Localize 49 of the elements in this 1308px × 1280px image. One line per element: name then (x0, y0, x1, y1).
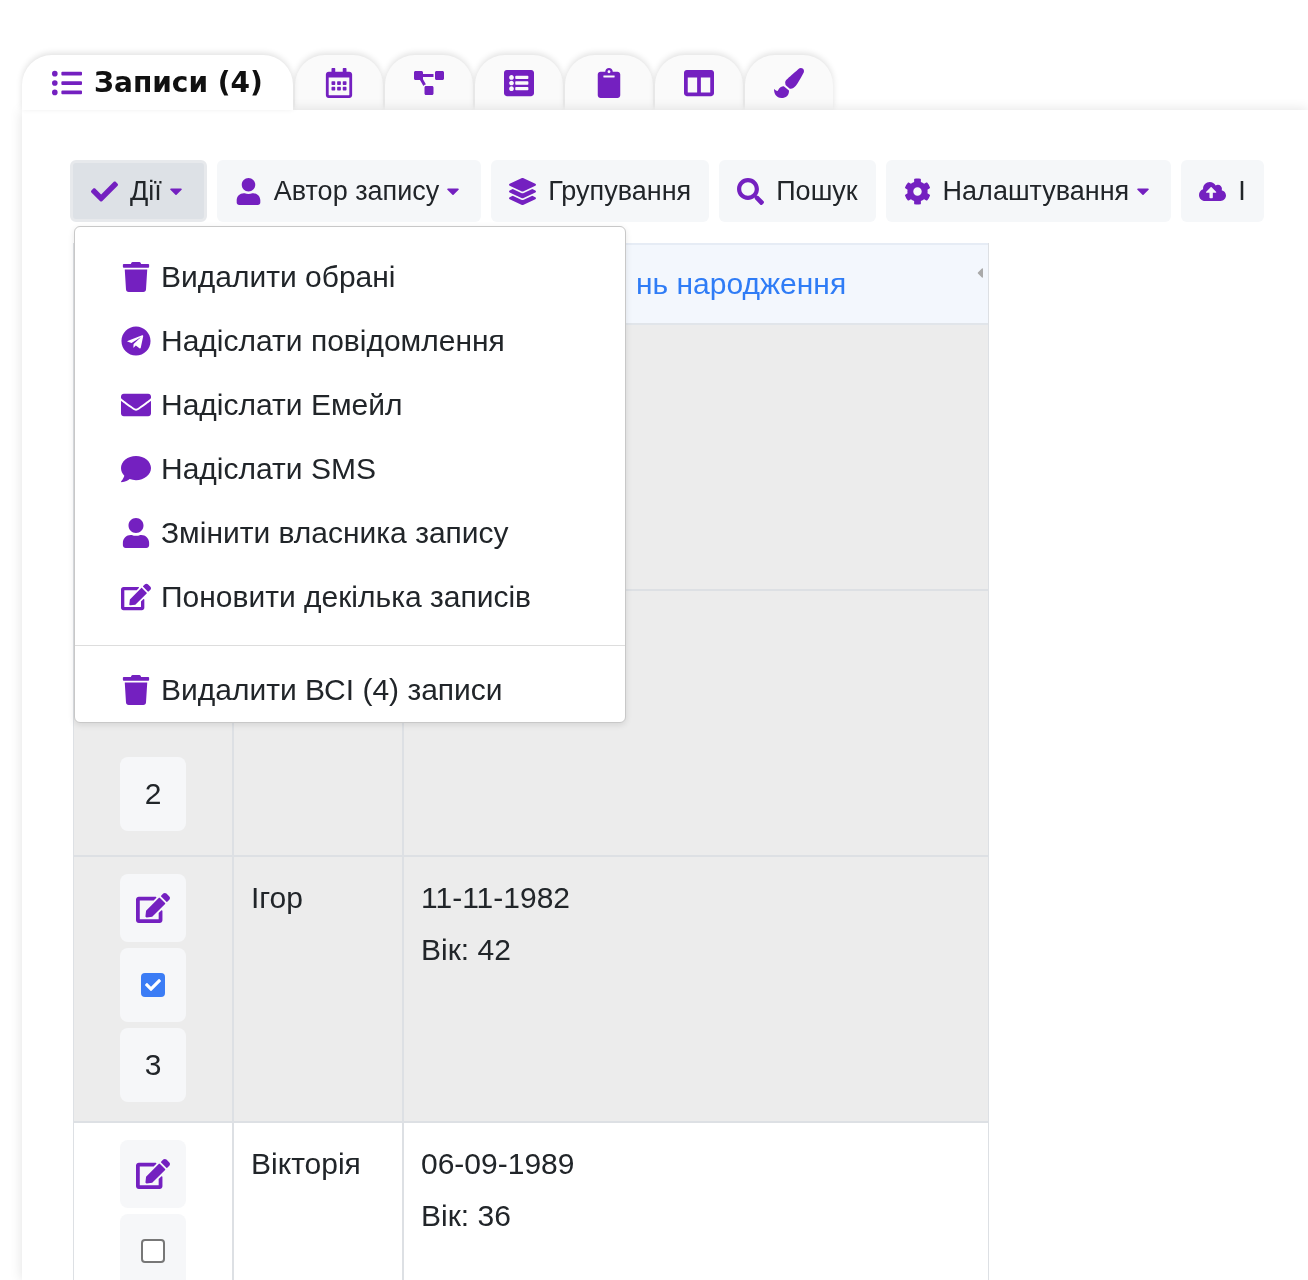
trash-icon (121, 262, 151, 292)
layers-icon (509, 177, 537, 205)
row-checkbox[interactable] (141, 973, 165, 997)
trash-icon (121, 675, 151, 705)
edit-icon (136, 1157, 170, 1191)
table-cell-text: Ігор (251, 880, 304, 916)
table-cell-text: 06-09-1989 (421, 1146, 576, 1182)
tab[interactable] (385, 55, 473, 110)
table-cell-text: Вікторія (251, 1146, 362, 1182)
tab[interactable] (655, 55, 743, 110)
settings-button[interactable]: Налаштування (885, 160, 1172, 222)
speech-bubble-icon (121, 454, 151, 484)
tab[interactable] (475, 55, 563, 110)
tab[interactable]: Записи (4) (22, 55, 293, 110)
menu-item[interactable]: Поновити декілька записів (75, 565, 625, 629)
paper-plane-icon (121, 326, 151, 356)
checkmark-icon (145, 977, 161, 993)
edit-button[interactable] (120, 874, 186, 942)
upload-button[interactable]: І (1181, 160, 1264, 222)
tab[interactable] (565, 55, 653, 110)
tab[interactable] (295, 55, 383, 110)
author-button[interactable]: Автор запису (216, 160, 482, 222)
menu-item[interactable]: Надіслати повідомлення (75, 309, 625, 373)
table-cell-text: Вік: 36 (421, 1198, 512, 1234)
table-cell-text: 11-11-1982 (421, 880, 571, 916)
menu-item[interactable]: Надіслати SMS (75, 437, 625, 501)
user-icon (121, 518, 151, 548)
search-icon (737, 177, 765, 205)
edit-icon (136, 891, 170, 925)
actions-button[interactable]: Дії (70, 160, 207, 222)
tab[interactable] (745, 55, 833, 110)
user-icon (234, 177, 262, 205)
edit-button[interactable] (120, 1140, 186, 1208)
edit-icon (121, 582, 151, 612)
row-number: 3 (120, 1028, 186, 1102)
row-checkbox[interactable] (141, 1239, 165, 1263)
list-icon (504, 67, 534, 98)
columns-icon (684, 67, 714, 98)
grouping-button[interactable]: Групування (491, 160, 710, 222)
menu-item[interactable]: Надіслати Емейл (75, 373, 625, 437)
settings-icon (903, 177, 931, 205)
menu-item[interactable]: Змінити власника запису (75, 501, 625, 565)
brush-icon (774, 67, 804, 98)
column-header[interactable]: нь народження (636, 267, 847, 301)
search-button[interactable]: Пошук (719, 160, 876, 222)
row-number: 2 (120, 757, 186, 831)
table-cell-text: Вік: 42 (421, 932, 512, 968)
menu-item[interactable]: Видалити ВСІ (4) записи (75, 658, 625, 722)
menu-item[interactable]: Видалити обрані (75, 245, 625, 309)
